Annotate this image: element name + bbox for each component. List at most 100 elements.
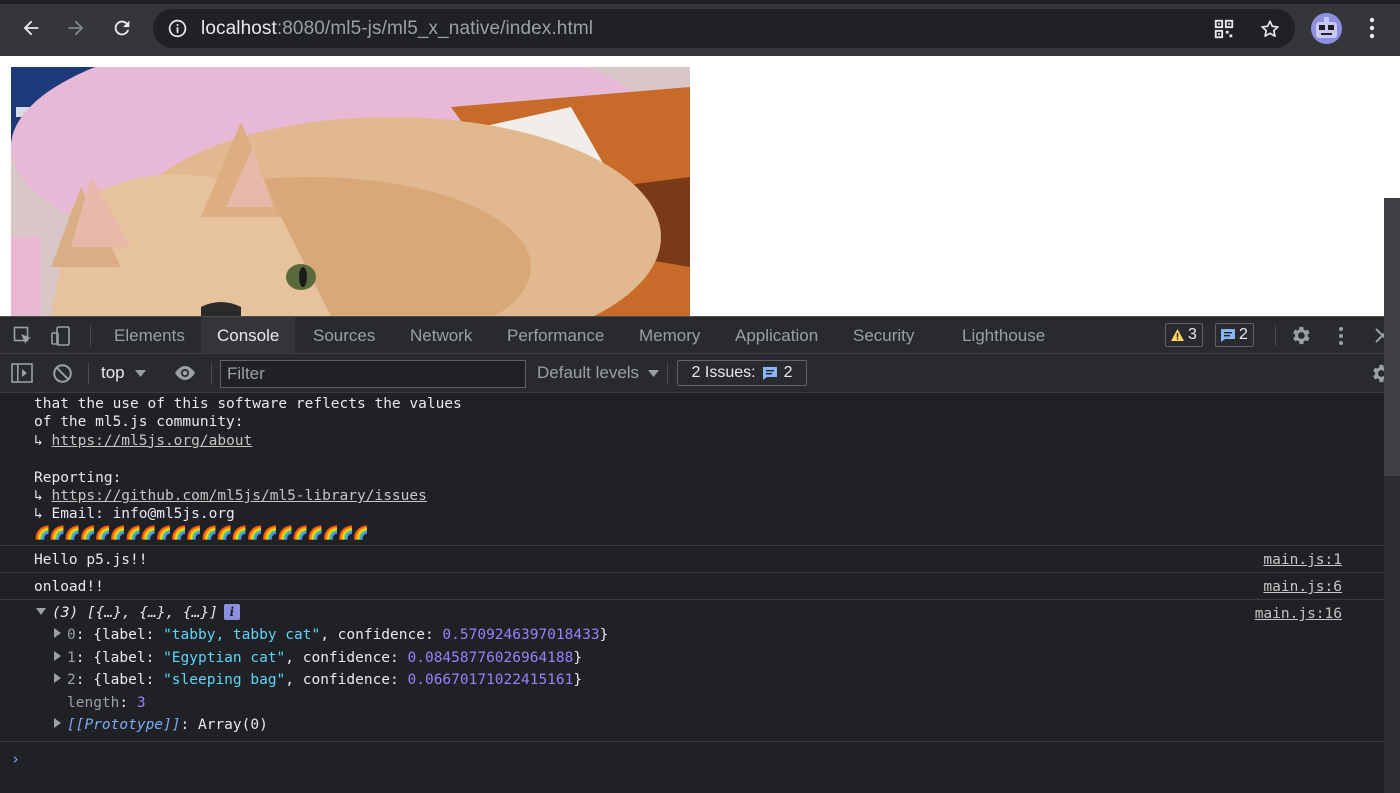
about-link[interactable]: https://ml5js.org/about <box>51 433 252 449</box>
arrow-glyph: ↳ <box>34 488 52 505</box>
item-label: "Egyptian cat" <box>163 650 286 666</box>
tab-application[interactable]: Application <box>735 317 818 353</box>
array-length: length: 3 <box>67 695 146 711</box>
tab-network[interactable]: Network <box>410 317 472 353</box>
browser-toolbar: localhost:8080/ml5-js/ml5_x_native/index… <box>0 0 1400 56</box>
devtools-panel: Elements Console Sources Network Perform… <box>0 316 1400 793</box>
eye-icon[interactable] <box>173 364 197 382</box>
source-link[interactable]: main.js:6 <box>1263 579 1342 595</box>
back-arrow-icon[interactable] <box>17 14 45 42</box>
arrow-glyph: ↳ <box>34 432 52 449</box>
avatar[interactable] <box>1311 13 1342 44</box>
toolbar-separator <box>1275 325 1276 346</box>
forward-arrow-icon[interactable] <box>62 14 90 42</box>
star-icon[interactable] <box>1259 18 1281 40</box>
devtools-menu-icon[interactable] <box>1333 325 1349 347</box>
messages-count: 2 <box>1239 326 1248 343</box>
console-prompt[interactable]: › <box>0 741 1384 793</box>
address-bar[interactable]: localhost:8080/ml5-js/ml5_x_native/index… <box>153 9 1295 48</box>
inspect-element-icon[interactable] <box>13 326 33 346</box>
tab-security[interactable]: Security <box>853 317 914 353</box>
tab-console[interactable]: Console <box>201 317 296 353</box>
rainbow-emoji-row: 🌈🌈🌈🌈🌈🌈🌈🌈🌈🌈🌈🌈🌈🌈🌈🌈🌈🌈🌈🌈🌈🌈 <box>34 525 369 541</box>
ml5-intro-message: that the use of this software reflects t… <box>34 395 462 543</box>
console-array-message: (3) [{…}, {…}, {…}] i main.js:16 0: {labe… <box>0 599 1384 741</box>
expand-triangle-icon[interactable] <box>36 608 46 615</box>
console-output: that the use of this software reflects t… <box>0 393 1384 793</box>
array-item[interactable]: 1: {label: "Egyptian cat", confidence: 0… <box>54 647 582 669</box>
warning-icon <box>1171 329 1184 341</box>
log-levels-label: Default levels <box>537 363 640 382</box>
item-label: "sleeping bag" <box>163 672 286 688</box>
source-link[interactable]: main.js:1 <box>1263 552 1342 568</box>
collapse-triangle-icon[interactable] <box>54 651 61 661</box>
source-link[interactable]: main.js:16 <box>1255 606 1342 622</box>
context-label: top <box>101 363 125 382</box>
url-host: localhost <box>201 18 277 39</box>
toolbar-separator <box>88 363 89 384</box>
item-index: 1 <box>67 650 76 666</box>
context-selector[interactable]: top <box>101 363 147 383</box>
reload-icon[interactable] <box>108 14 136 42</box>
tab-memory[interactable]: Memory <box>639 317 700 353</box>
prototype-key: [[Prototype]] <box>67 717 181 733</box>
info-badge-icon[interactable]: i <box>223 604 240 620</box>
tab-lighthouse[interactable]: Lighthouse <box>962 317 1045 353</box>
collapse-triangle-icon[interactable] <box>54 628 61 638</box>
array-prototype[interactable]: [[Prototype]]: Array(0) <box>54 714 268 736</box>
item-confidence: 0.06670171022415161 <box>407 672 574 688</box>
console-scrollbar-thumb[interactable] <box>1384 198 1400 476</box>
issues-count: 2 <box>783 364 793 381</box>
prompt-caret-icon: › <box>11 750 21 768</box>
array-summary[interactable]: (3) [{…}, {…}, {…}] i <box>36 602 240 624</box>
item-label: "tabby, tabby cat" <box>163 627 321 643</box>
sidebar-toggle-icon[interactable] <box>11 363 33 383</box>
devtools-tab-bar: Elements Console Sources Network Perform… <box>0 317 1400 354</box>
message-text: Hello p5.js!! <box>34 552 148 568</box>
warnings-badge[interactable]: 3 <box>1165 323 1203 347</box>
filter-input[interactable] <box>220 360 526 388</box>
email-line: ↳ Email: info@ml5js.org <box>34 506 235 523</box>
issues-button[interactable]: 2 Issues: 2 <box>677 360 807 386</box>
collapse-triangle-icon[interactable] <box>54 673 61 683</box>
device-toolbar-icon[interactable] <box>50 325 72 347</box>
tab-sources[interactable]: Sources <box>313 317 375 353</box>
prototype-value: Array(0) <box>197 717 268 733</box>
toolbar-separator <box>667 363 668 384</box>
issues-link[interactable]: https://github.com/ml5js/ml5-library/iss… <box>51 488 426 504</box>
item-index: 2 <box>67 672 76 688</box>
array-summary-text: (3) [{…}, {…}, {…}] <box>52 605 218 621</box>
page-viewport <box>0 56 1400 316</box>
item-index: 0 <box>67 627 76 643</box>
intro-line: of the ml5.js community: <box>34 414 244 431</box>
url-path: :8080/ml5-js/ml5_x_native/index.html <box>276 18 594 39</box>
collapse-triangle-icon[interactable] <box>54 718 61 728</box>
issues-label: 2 Issues: <box>691 364 756 381</box>
intro-line: that the use of this software reflects t… <box>34 396 462 412</box>
console-message: Hello p5.js!! main.js:1 <box>0 545 1384 572</box>
messages-badge[interactable]: 2 <box>1215 323 1254 347</box>
chevron-down-icon <box>135 370 147 377</box>
console-toolbar: top Default levels 2 Issues: 2 <box>0 354 1400 393</box>
tab-elements[interactable]: Elements <box>114 317 185 353</box>
tab-strip-edge <box>0 0 1400 4</box>
chevron-down-icon <box>647 370 659 377</box>
message-icon <box>1221 328 1235 342</box>
array-item[interactable]: 2: {label: "sleeping bag", confidence: 0… <box>54 669 582 691</box>
message-text: onload!! <box>34 579 104 595</box>
info-icon[interactable] <box>167 18 188 39</box>
item-confidence: 0.5709246397018433 <box>442 627 600 643</box>
tab-performance[interactable]: Performance <box>507 317 604 353</box>
array-item[interactable]: 0: {label: "tabby, tabby cat", confidenc… <box>54 624 608 646</box>
kebab-menu-icon[interactable] <box>1362 16 1382 40</box>
log-levels-dropdown[interactable]: Default levels <box>537 363 659 383</box>
toolbar-separator <box>90 325 91 346</box>
settings-gear-icon[interactable] <box>1289 324 1312 347</box>
url-text[interactable]: localhost:8080/ml5-js/ml5_x_native/index… <box>201 18 593 40</box>
clear-console-icon[interactable] <box>52 363 73 384</box>
qr-code-icon[interactable] <box>1213 18 1235 40</box>
console-message: onload!! main.js:6 <box>0 572 1384 599</box>
length-key: length <box>67 695 120 711</box>
reporting-label: Reporting: <box>34 469 122 486</box>
length-value: 3 <box>136 695 146 711</box>
